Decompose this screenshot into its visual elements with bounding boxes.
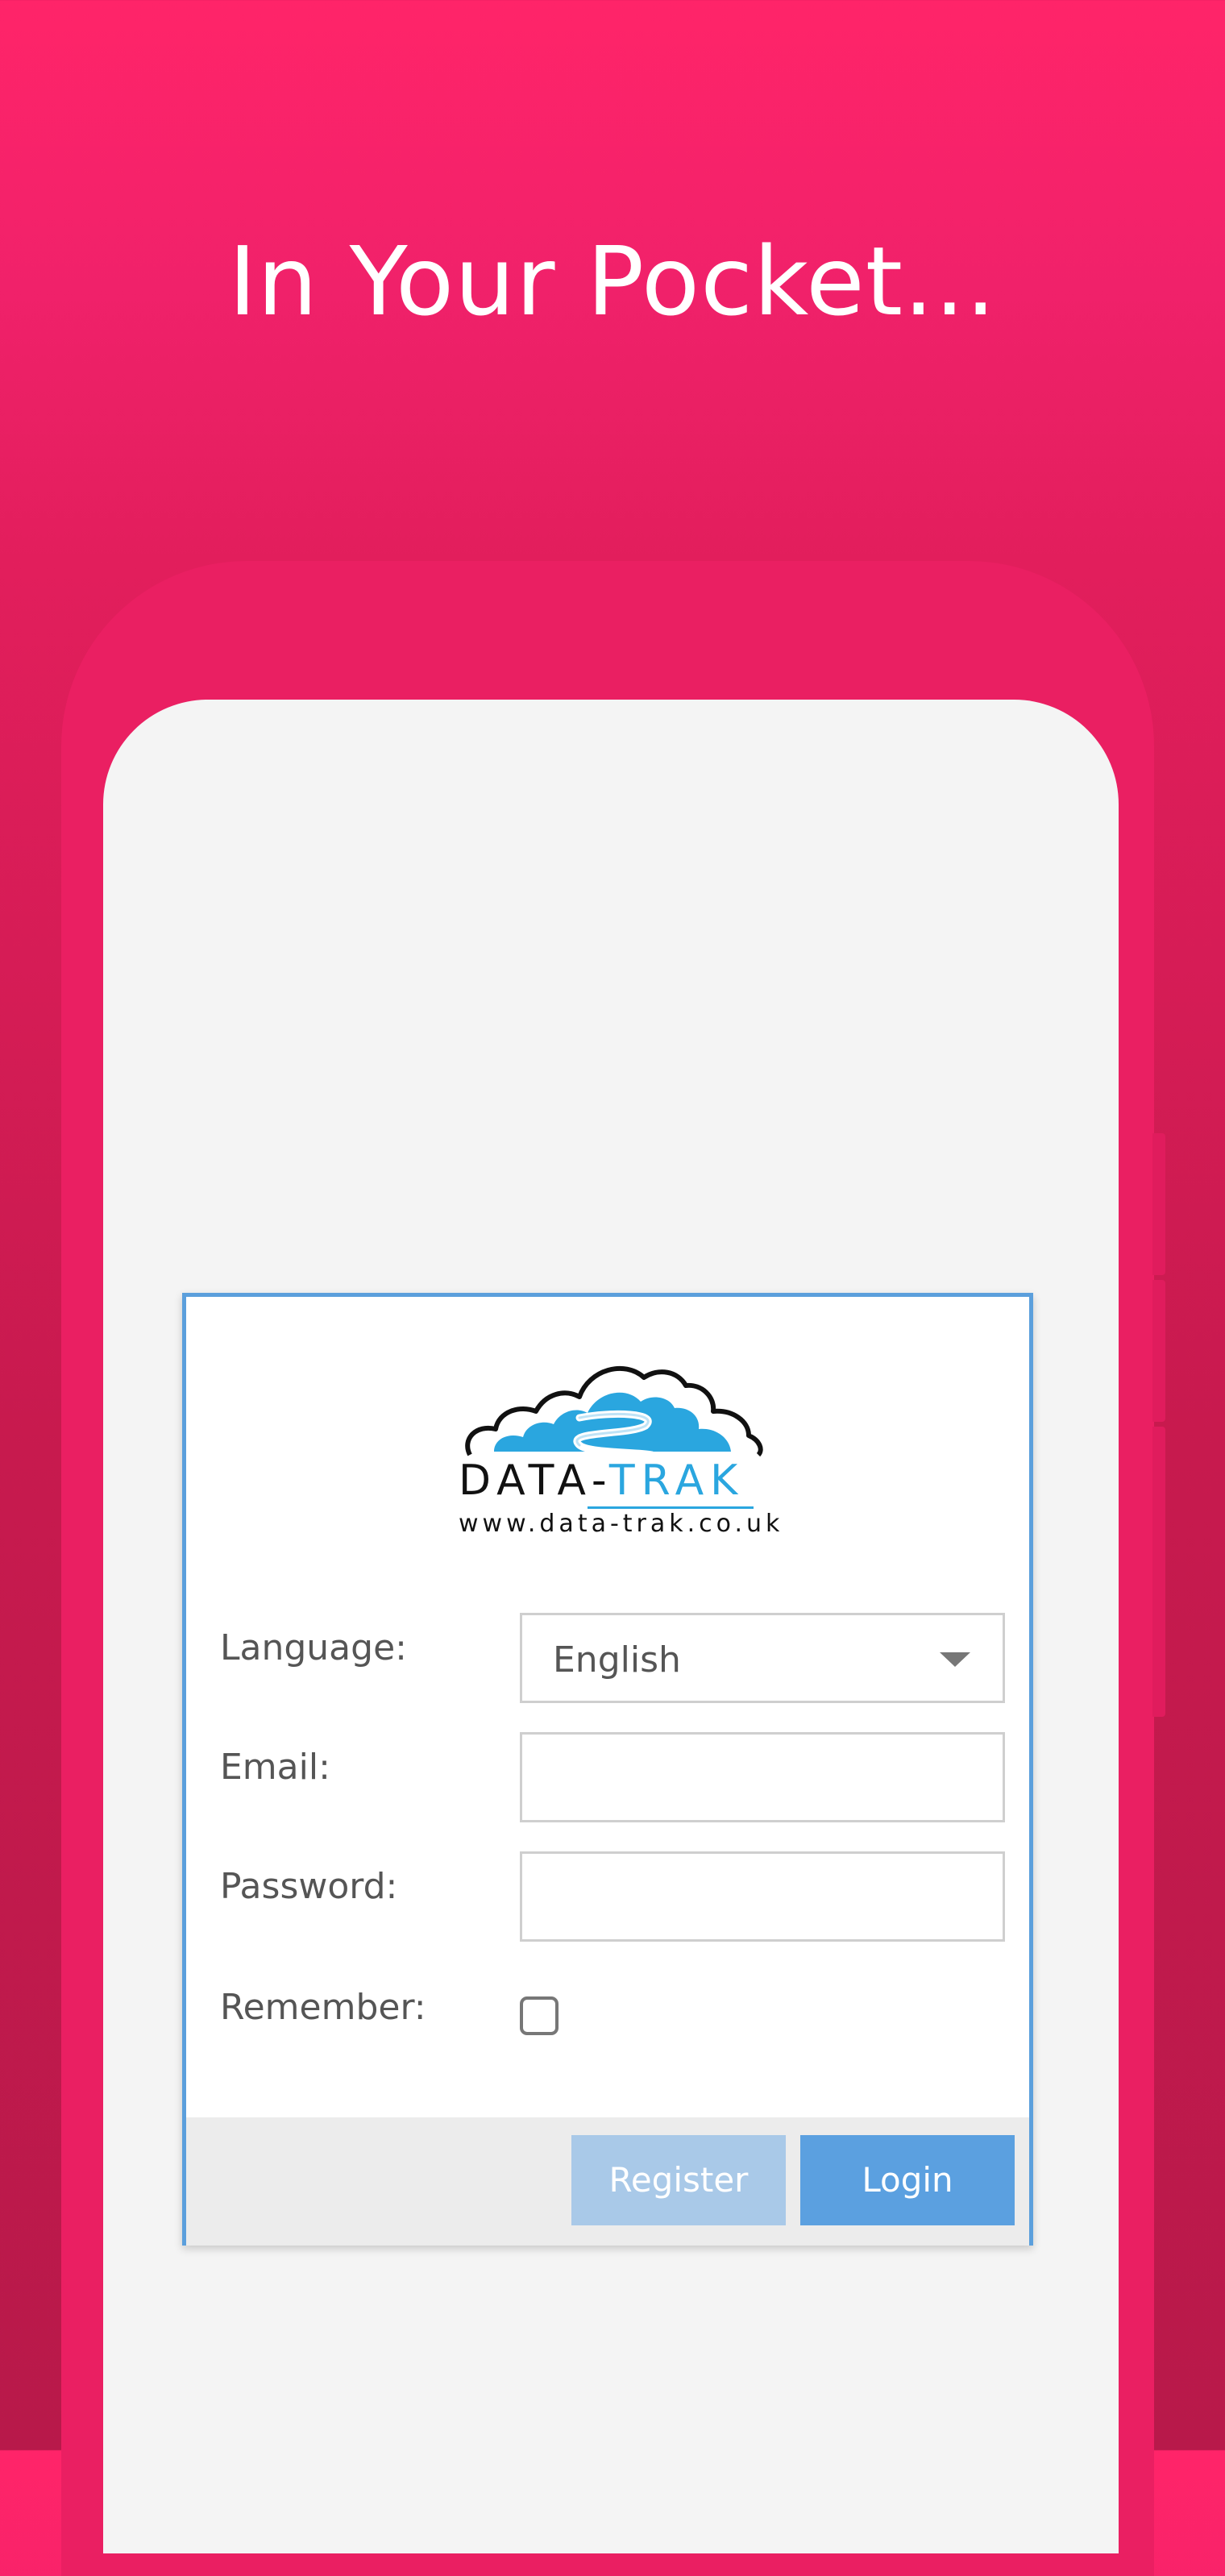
brand-name: DATA-TRAK — [459, 1456, 745, 1505]
email-label: Email: — [220, 1747, 330, 1788]
remember-checkbox[interactable] — [520, 1996, 559, 2035]
register-button[interactable]: Register — [571, 2135, 786, 2225]
password-label: Password: — [220, 1866, 398, 1907]
dialog-footer: Register Login — [186, 2117, 1029, 2246]
login-dialog: DATA-TRAK www.data-trak.co.uk Language: … — [182, 1293, 1033, 2246]
chevron-down-icon — [940, 1652, 970, 1667]
remember-label: Remember: — [220, 1987, 426, 2028]
brand-url: www.data-trak.co.uk — [459, 1510, 784, 1538]
password-field[interactable] — [520, 1851, 1005, 1942]
cloud-logo-icon — [465, 1365, 763, 1458]
language-select[interactable]: English — [520, 1613, 1005, 1703]
language-select-value: English — [553, 1639, 681, 1681]
headline: In Your Pocket... — [228, 226, 997, 337]
phone-volume-button — [1152, 1280, 1165, 1422]
login-button[interactable]: Login — [800, 2135, 1015, 2225]
data-trak-logo: DATA-TRAK www.data-trak.co.uk — [459, 1361, 784, 1539]
brand-underline — [588, 1506, 754, 1509]
language-label: Language: — [220, 1627, 407, 1668]
email-field[interactable] — [520, 1732, 1005, 1822]
phone-power-button — [1152, 1427, 1165, 1717]
phone-volume-button — [1152, 1133, 1165, 1275]
